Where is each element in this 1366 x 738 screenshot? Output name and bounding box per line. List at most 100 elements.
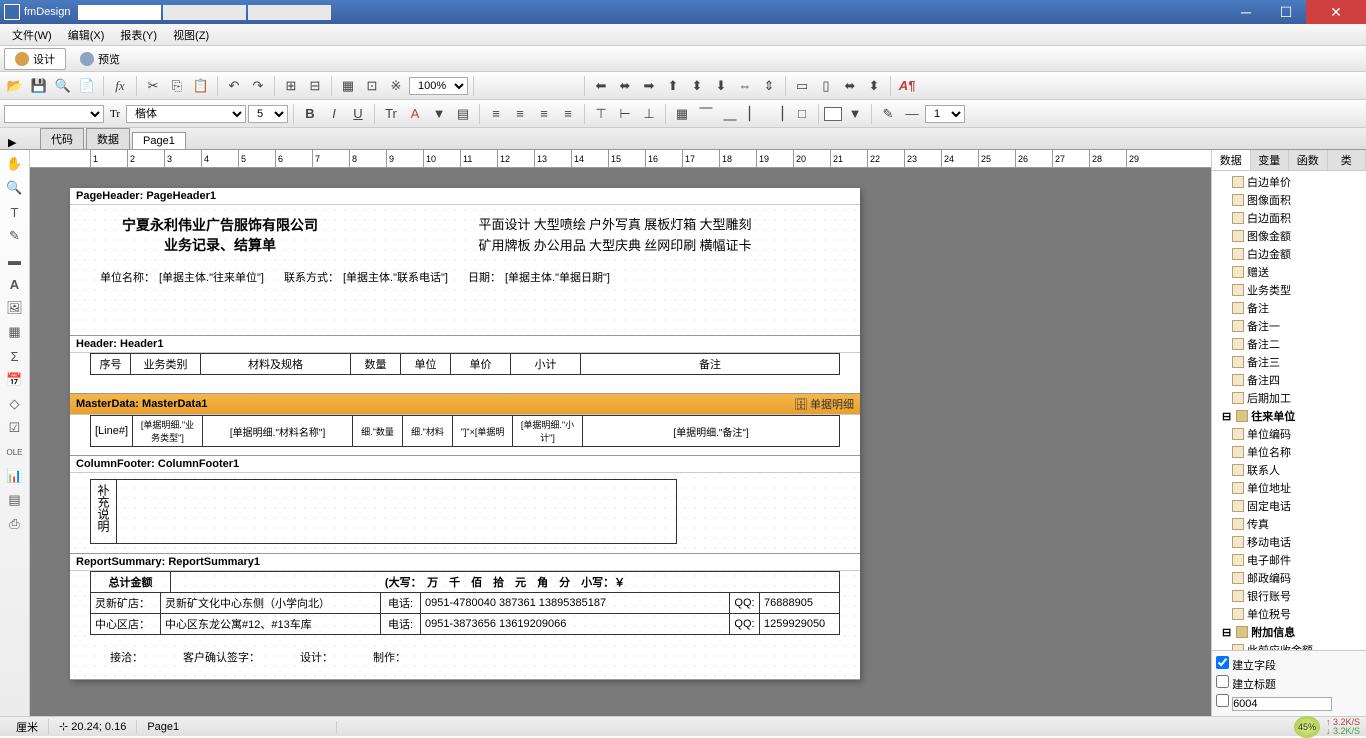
line-color-button[interactable]: ✎ [877,103,899,125]
style-select[interactable] [4,105,104,123]
font-family-select[interactable]: 楷体 [126,105,246,123]
tree-item[interactable]: 图像金额 [1214,227,1364,245]
services-line2[interactable]: 矿用牌板 办公用品 大型庆典 丝网印刷 横幅证卡 [400,236,830,257]
date-label[interactable]: 日期： [468,269,501,285]
tree-item[interactable]: 此前应收金额 [1214,641,1364,650]
zoom-tool[interactable]: 🔍 [5,178,25,198]
ungroup-button[interactable]: ⊟ [304,75,326,97]
fill-pick-button[interactable]: ▼ [844,103,866,125]
preview-button[interactable]: 🔍 [52,75,74,97]
tree-item[interactable]: 备注 [1214,299,1364,317]
supplement-box[interactable] [117,479,677,544]
tree-item[interactable]: 移动电话 [1214,533,1364,551]
picture-tool[interactable]: 🖼 [5,298,25,318]
richtext-tool[interactable]: ▤ [5,490,25,510]
menu-file[interactable]: 文件(W) [4,25,60,45]
tree-item[interactable]: 图像面积 [1214,191,1364,209]
valign-mid-button[interactable]: ⊢ [614,103,636,125]
master-table[interactable]: [Line#] [单据明细."业务类型"] [单据明细."材料名称"] 细."数… [90,415,840,447]
tree-item[interactable]: 单位地址 [1214,479,1364,497]
tree-item[interactable]: 邮政编码 [1214,569,1364,587]
rpanel-tab-func[interactable]: 函数 [1289,150,1328,170]
paste-button[interactable]: 📋 [190,75,212,97]
dist-h-button[interactable]: ⇔ [734,75,756,97]
menu-edit[interactable]: 编辑(X) [60,25,113,45]
tree-item[interactable]: 备注四 [1214,371,1364,389]
hand-tool[interactable]: ✋ [5,154,25,174]
line-width-select[interactable]: 1 [925,105,965,123]
tree-item[interactable]: 白边面积 [1214,209,1364,227]
chart-tool[interactable]: 📊 [5,466,25,486]
font-format-button[interactable]: A¶ [896,75,918,97]
fx-button[interactable]: fx [109,75,131,97]
align-bottom-button[interactable]: ⬇ [710,75,732,97]
mode-design[interactable]: 设计 [4,48,66,70]
date-tool[interactable]: 📅 [5,370,25,390]
border-left-button[interactable]: ▏ [743,103,765,125]
doc-title[interactable]: 业务记录、结算单 [100,235,340,255]
supplement-label[interactable]: 补充说明 [90,479,117,544]
header-table[interactable]: 序号 业务类别 材料及规格 数量 单位 单价 小计 备注 [90,353,840,375]
same-w-button[interactable]: ⬌ [839,75,861,97]
unit-field[interactable]: [单据主体."往来单位"] [159,269,264,285]
val-row[interactable] [1216,693,1362,712]
ole-tool[interactable]: OLE [5,442,25,462]
redo-button[interactable]: ↷ [247,75,269,97]
company-name[interactable]: 宁夏永利伟业广告服饰有限公司 [100,215,340,235]
contact-field[interactable]: [单据主体."联系电话"] [343,269,448,285]
unit-label[interactable]: 单位名称： [100,269,155,285]
tab-code[interactable]: 代码 [40,128,84,149]
border-top-button[interactable]: ⎺ [695,103,717,125]
tree-item[interactable]: ⊟ 往来单位 [1214,407,1364,425]
menu-view[interactable]: 视图(Z) [165,25,217,45]
tree-item[interactable]: 白边单价 [1214,173,1364,191]
font-color-button[interactable]: Tr [380,103,402,125]
cut-button[interactable]: ✂ [142,75,164,97]
band-reportsummary[interactable]: ReportSummary: ReportSummary1 总计金额 (大写： … [70,554,860,680]
tree-item[interactable]: 单位名称 [1214,443,1364,461]
tree-item[interactable]: ⊟ 附加信息 [1214,623,1364,641]
grid-button[interactable]: ▦ [337,75,359,97]
page[interactable]: PageHeader: PageHeader1 宁夏永利伟业广告服饰有限公司 业… [70,188,860,680]
barcode-tool[interactable]: ⎙ [5,514,25,534]
newpage-button[interactable]: 📄 [76,75,98,97]
format-tool[interactable]: ✎ [5,226,25,246]
align-top-button[interactable]: ⬆ [662,75,684,97]
shape-tool[interactable]: ◇ [5,394,25,414]
receiver-label[interactable]: 接洽： [110,649,143,665]
minimize-button[interactable]: ─ [1226,0,1266,24]
save-button[interactable]: 💾 [28,75,50,97]
close-button[interactable]: ✕ [1306,0,1366,24]
checkbox-tool[interactable]: ☑ [5,418,25,438]
text-justify-button[interactable]: ≡ [557,103,579,125]
tree-item[interactable]: 后期加工 [1214,389,1364,407]
align-right-button[interactable]: ➡ [638,75,660,97]
border-bot-button[interactable]: ⎽ [719,103,741,125]
canvas[interactable]: 1234567891011121314151617181920212223242… [30,150,1211,716]
rpanel-tab-class[interactable]: 类 [1328,150,1366,170]
date-field[interactable]: [单据主体."单据日期"] [505,269,610,285]
same-h-button[interactable]: ⬍ [863,75,885,97]
tab-page1[interactable]: Page1 [132,132,186,149]
copy-button[interactable]: ⎘ [166,75,188,97]
highlight-button[interactable]: A [404,103,426,125]
tree-item[interactable]: 单位税号 [1214,605,1364,623]
tree-item[interactable]: 联系人 [1214,461,1364,479]
band-pageheader[interactable]: PageHeader: PageHeader1 宁夏永利伟业广告服饰有限公司 业… [70,188,860,336]
subreport-tool[interactable]: ▦ [5,322,25,342]
band-tool[interactable]: ▬ [5,250,25,270]
text-center-button[interactable]: ≡ [509,103,531,125]
tree-item[interactable]: 白边金额 [1214,245,1364,263]
speed-badge[interactable]: 45% [1294,716,1320,738]
design-label[interactable]: 设计： [300,649,333,665]
bold-button[interactable]: B [299,103,321,125]
line-style-button[interactable]: — [901,103,923,125]
center-v-button[interactable]: ▯ [815,75,837,97]
tab-data[interactable]: 数据 [86,128,130,149]
valign-top-button[interactable]: ⊤ [590,103,612,125]
maximize-button[interactable]: ☐ [1266,0,1306,24]
arrow-tool[interactable]: ▶ [8,136,16,149]
contact-table[interactable]: 灵新矿店： 灵新矿文化中心东侧（小学向北） 电话: 0951-4780040 3… [90,592,840,635]
browser-tab[interactable] [78,5,161,20]
group-button[interactable]: ⊞ [280,75,302,97]
